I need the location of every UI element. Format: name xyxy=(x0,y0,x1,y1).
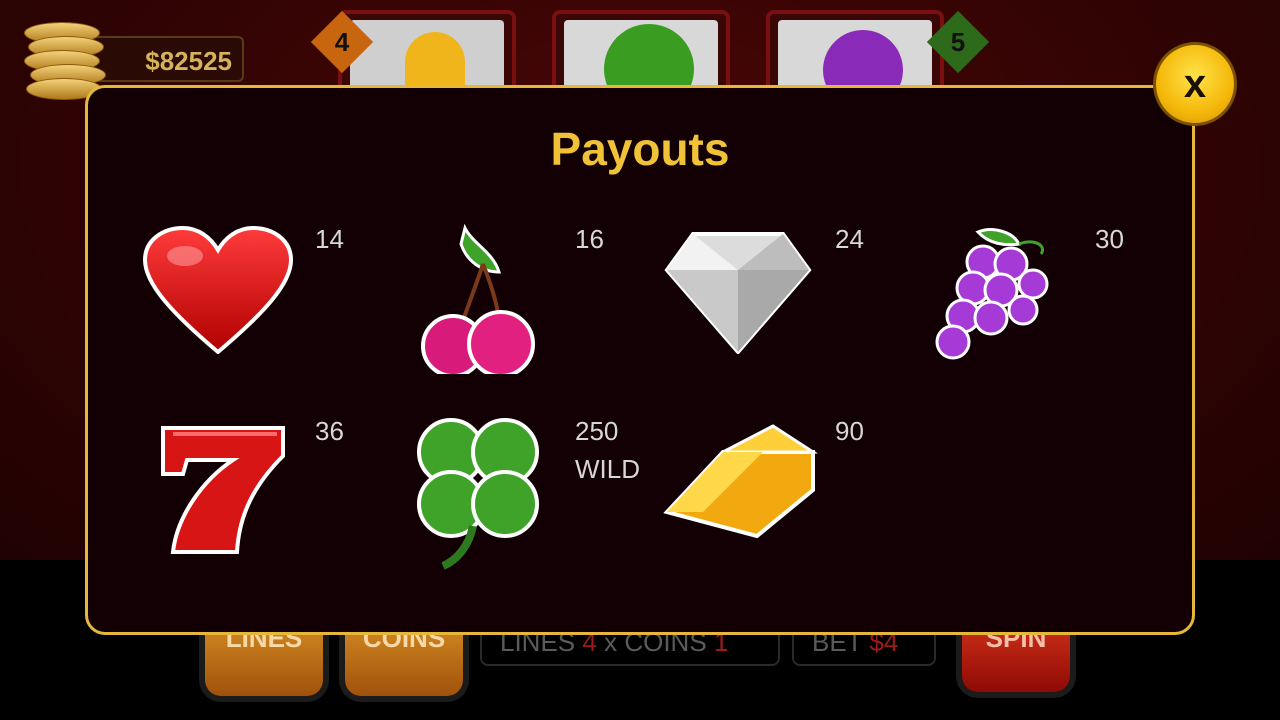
payout-item-heart: 14 xyxy=(143,224,383,394)
payouts-modal: Payouts 14 16 24 30 36 250 WILD 90 xyxy=(85,85,1195,635)
payout-item-diamond: 24 xyxy=(663,224,903,394)
modal-title: Payouts xyxy=(550,123,730,175)
cherry-icon xyxy=(421,224,535,374)
payout-item-gold-bar: 90 xyxy=(663,416,903,586)
payout-value: 14 xyxy=(315,224,344,254)
payline-badge-4: 4 xyxy=(310,10,374,74)
payout-item-clover: 250 WILD xyxy=(403,416,643,586)
payout-item-seven: 36 xyxy=(143,416,383,586)
grapes-icon xyxy=(935,228,1049,360)
payout-wild-label: WILD xyxy=(575,454,640,484)
payout-value: 30 xyxy=(1095,224,1124,254)
payout-value: 24 xyxy=(835,224,864,254)
payout-value: 16 xyxy=(575,224,604,254)
payout-value: 36 xyxy=(315,416,344,446)
balance-display: $82525 xyxy=(88,36,244,82)
close-icon: x xyxy=(1183,62,1207,106)
diamond-icon xyxy=(664,232,812,354)
gold-bar-icon xyxy=(663,424,819,539)
clover-icon xyxy=(417,418,539,570)
payout-item-grapes: 30 xyxy=(923,224,1163,394)
heart-icon xyxy=(143,225,293,354)
close-button[interactable]: x xyxy=(1153,42,1237,126)
payout-item-cherry: 16 xyxy=(403,224,643,394)
payout-value: 250 xyxy=(575,416,619,446)
payout-value: 90 xyxy=(835,416,864,446)
seven-icon xyxy=(161,426,285,554)
payline-badge-5: 5 xyxy=(926,10,990,74)
